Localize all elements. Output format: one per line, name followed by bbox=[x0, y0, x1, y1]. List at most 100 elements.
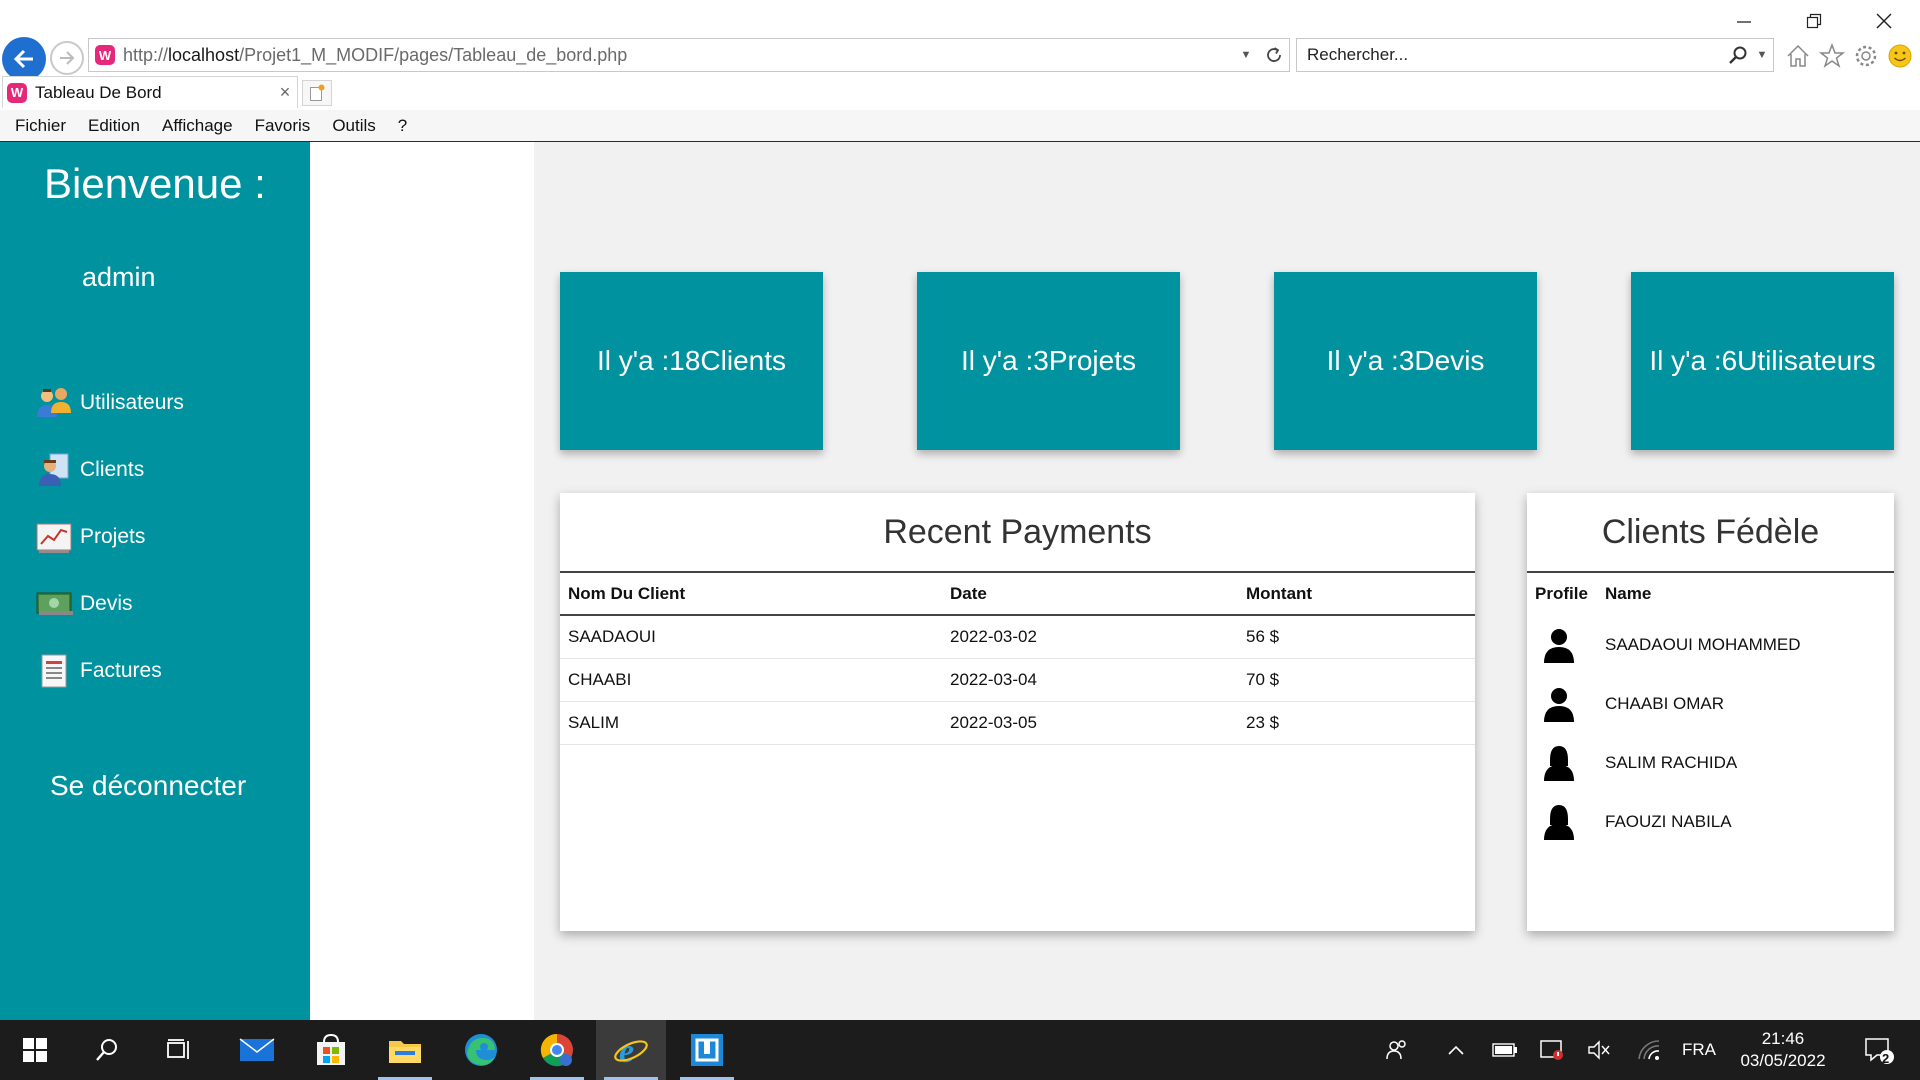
tab-tableau-de-bord[interactable]: W Tableau De Bord × bbox=[2, 76, 298, 108]
tab-strip: W Tableau De Bord × bbox=[0, 76, 1920, 108]
content-spacer bbox=[310, 142, 534, 1020]
client-name: FAOUZI NABILA bbox=[1605, 811, 1732, 831]
mail-app-button[interactable] bbox=[222, 1020, 292, 1080]
favorites-star-icon[interactable] bbox=[1818, 41, 1846, 71]
col-name: Name bbox=[1605, 584, 1652, 603]
chrome-icon bbox=[540, 1033, 573, 1067]
col-date: Date bbox=[942, 573, 1238, 616]
edge-app-button[interactable] bbox=[446, 1020, 516, 1080]
stat-card-utilisateurs: Il y'a :6Utilisateurs bbox=[1631, 272, 1894, 450]
logout-link[interactable]: Se déconnecter bbox=[50, 770, 246, 802]
volume-muted-icon[interactable] bbox=[1584, 1020, 1614, 1080]
money-icon bbox=[34, 584, 74, 624]
tab-close-icon[interactable]: × bbox=[273, 82, 297, 103]
site-favicon-icon: W bbox=[95, 45, 115, 65]
notifications-button[interactable]: 2 bbox=[1856, 1020, 1902, 1080]
sidebar-label-projets: Projets bbox=[80, 525, 146, 548]
svg-text:e: e bbox=[619, 1033, 634, 1069]
browser-toolbar: W http://localhost/Projet1_M_MODIF/pages… bbox=[0, 0, 1920, 81]
security-alert-icon[interactable] bbox=[1536, 1020, 1568, 1080]
home-icon[interactable] bbox=[1784, 41, 1812, 71]
task-view-button[interactable] bbox=[144, 1020, 214, 1080]
avatar-icon bbox=[1539, 743, 1579, 783]
restore-icon bbox=[1806, 13, 1822, 29]
search-icon[interactable] bbox=[1725, 45, 1751, 65]
address-bar[interactable]: W http://localhost/Projet1_M_MODIF/pages… bbox=[88, 38, 1290, 72]
sidebar-item-utilisateurs[interactable]: Utilisateurs bbox=[34, 383, 184, 423]
restore-button[interactable] bbox=[1784, 6, 1844, 36]
folder-icon bbox=[389, 1041, 421, 1063]
list-item: SALIM RACHIDA bbox=[1527, 733, 1894, 792]
menu-bar: Fichier Edition Affichage Favoris Outils… bbox=[0, 110, 1920, 142]
search-box[interactable]: ▼ bbox=[1296, 38, 1774, 72]
network-icon[interactable] bbox=[1634, 1020, 1664, 1080]
payment-date: 2022-03-02 bbox=[942, 615, 1238, 659]
sidebar-label-devis: Devis bbox=[80, 592, 133, 615]
arrow-right-icon bbox=[60, 51, 75, 65]
search-icon bbox=[96, 1039, 117, 1061]
payments-table: Nom Du Client Date Montant SAADAOUI 2022… bbox=[560, 573, 1475, 745]
table-row: SALIM 2022-03-05 23 $ bbox=[560, 701, 1475, 745]
sidebar-item-factures[interactable]: Factures bbox=[34, 651, 162, 691]
store-app-button[interactable] bbox=[296, 1020, 366, 1080]
client-name: SALIM RACHIDA bbox=[1605, 752, 1738, 772]
avatar-icon bbox=[1539, 684, 1579, 724]
forward-button[interactable] bbox=[50, 41, 84, 75]
list-item: SAADAOUI MOHAMMED bbox=[1527, 615, 1894, 674]
sidebar: Bienvenue : admin Utilisateurs Clients P… bbox=[0, 142, 310, 1020]
show-hidden-icons-chevron-up-icon[interactable] bbox=[1442, 1020, 1470, 1080]
sidebar-label-utilisateurs: Utilisateurs bbox=[80, 391, 184, 414]
invoice-icon bbox=[34, 651, 74, 691]
menu-outils[interactable]: Outils bbox=[329, 114, 378, 138]
app-button[interactable] bbox=[672, 1020, 742, 1080]
menu-help[interactable]: ? bbox=[395, 114, 410, 138]
new-tab-button[interactable] bbox=[302, 80, 332, 106]
sidebar-item-clients[interactable]: Clients bbox=[34, 450, 144, 490]
internet-explorer-button[interactable]: e bbox=[596, 1020, 666, 1080]
close-window-button[interactable] bbox=[1854, 6, 1914, 36]
menu-fichier[interactable]: Fichier bbox=[12, 114, 69, 138]
battery-icon[interactable] bbox=[1490, 1020, 1520, 1080]
notification-center-icon bbox=[1865, 1038, 1894, 1064]
windows-icon bbox=[23, 1038, 47, 1062]
table-row: CHAABI 2022-03-04 70 $ bbox=[560, 658, 1475, 702]
clock-date: 03/05/2022 bbox=[1740, 1051, 1826, 1070]
username-label: admin bbox=[82, 262, 156, 292]
client-name: SAADAOUI MOHAMMED bbox=[1605, 634, 1801, 654]
start-button[interactable] bbox=[0, 1020, 70, 1080]
feedback-smiley-icon[interactable] bbox=[1886, 41, 1914, 71]
system-clock[interactable]: 21:46 03/05/2022 bbox=[1728, 1028, 1838, 1072]
users-icon bbox=[34, 383, 74, 423]
refresh-button[interactable] bbox=[1259, 46, 1289, 64]
list-item: FAOUZI NABILA bbox=[1527, 792, 1894, 851]
stat-card-projets: Il y'a :3Projets bbox=[917, 272, 1180, 450]
input-language[interactable]: FRA bbox=[1682, 1020, 1716, 1080]
settings-gear-icon[interactable] bbox=[1852, 41, 1880, 71]
sidebar-item-devis[interactable]: Devis bbox=[34, 584, 133, 624]
sidebar-label-clients: Clients bbox=[80, 458, 145, 481]
close-icon bbox=[1876, 13, 1892, 29]
people-icon[interactable] bbox=[1382, 1020, 1412, 1080]
address-dropdown-icon[interactable]: ▼ bbox=[1233, 49, 1259, 61]
menu-edition[interactable]: Edition bbox=[85, 114, 143, 138]
back-button[interactable] bbox=[2, 37, 46, 81]
sidebar-item-projets[interactable]: Projets bbox=[34, 517, 145, 557]
search-taskbar-button[interactable] bbox=[72, 1020, 142, 1080]
search-dropdown-icon[interactable]: ▼ bbox=[1751, 49, 1773, 61]
clock-time: 21:46 bbox=[1761, 1029, 1805, 1048]
menu-affichage[interactable]: Affichage bbox=[159, 114, 236, 138]
col-montant: Montant bbox=[1238, 573, 1475, 616]
edge-icon bbox=[465, 1034, 497, 1066]
payment-date: 2022-03-04 bbox=[942, 658, 1238, 702]
mail-icon bbox=[239, 1038, 275, 1061]
chrome-app-button[interactable] bbox=[522, 1020, 592, 1080]
url-text[interactable]: http://localhost/Projet1_M_MODIF/pages/T… bbox=[123, 45, 1233, 66]
refresh-icon bbox=[1267, 47, 1281, 62]
store-icon bbox=[317, 1033, 345, 1065]
menu-favoris[interactable]: Favoris bbox=[252, 114, 314, 138]
minimize-icon bbox=[1737, 21, 1751, 23]
file-explorer-button[interactable] bbox=[370, 1020, 440, 1080]
minimize-button[interactable] bbox=[1714, 6, 1774, 36]
payment-amount: 70 $ bbox=[1238, 658, 1475, 702]
search-input[interactable] bbox=[1297, 45, 1725, 65]
